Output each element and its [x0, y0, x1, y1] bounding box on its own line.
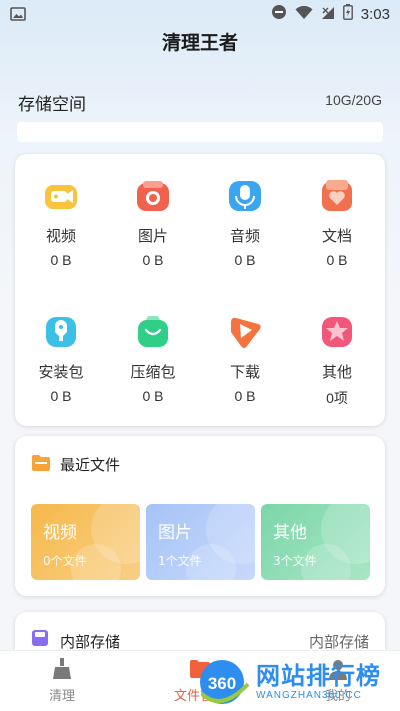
recent-tile-video[interactable]: 视频 0个文件 — [31, 504, 140, 580]
signal-icon — [321, 5, 335, 24]
page-title: 清理王者 — [161, 32, 238, 54]
image-notification-icon — [10, 7, 26, 21]
clock: 3:03 — [360, 5, 390, 23]
microphone-icon — [229, 181, 261, 211]
package-icon — [46, 317, 76, 347]
wifi-icon — [295, 5, 313, 24]
category-size: 0 B — [234, 252, 256, 268]
category-label: 其他 — [321, 363, 352, 381]
recent-tile-image[interactable]: 图片 1个文件 — [146, 504, 255, 580]
category-label: 文档 — [321, 227, 352, 245]
bottom-tab-bar: 清理 文件管理 我的 — [0, 650, 400, 711]
category-size: 0项 — [326, 390, 348, 406]
tab-label: 我的 — [324, 689, 351, 704]
category-video[interactable]: 视频 0 B — [21, 178, 101, 268]
category-archive[interactable]: 压缩包 0 B — [113, 314, 193, 404]
battery-charging-icon — [342, 4, 353, 24]
storage-progress-bar — [17, 122, 383, 142]
tab-profile[interactable]: 我的 — [298, 657, 378, 704]
category-apk[interactable]: 安装包 0 B — [21, 314, 101, 404]
category-label: 视频 — [45, 227, 76, 245]
tile-count: 0个文件 — [43, 554, 87, 568]
category-size: 0 B — [50, 388, 72, 404]
category-image[interactable]: 图片 0 B — [113, 178, 193, 268]
dnd-icon — [271, 4, 287, 24]
user-icon — [329, 660, 347, 680]
status-bar: 3:03 — [0, 0, 400, 28]
category-other[interactable]: 其他 0项 — [297, 314, 377, 408]
archive-bag-icon — [138, 316, 168, 347]
recent-tile-other[interactable]: 其他 3个文件 — [261, 504, 370, 580]
category-size: 0 B — [234, 388, 256, 404]
broom-icon — [53, 658, 71, 679]
internal-storage-title: 内部存储 — [60, 633, 121, 651]
category-size: 0 B — [142, 388, 164, 404]
tile-count: 3个文件 — [273, 554, 317, 568]
tile-name: 图片 — [158, 523, 192, 543]
category-label: 音频 — [229, 227, 260, 245]
video-icon — [45, 185, 77, 209]
folder-icon — [190, 660, 210, 678]
tab-file-manager[interactable]: 文件管理 — [160, 657, 240, 704]
tab-label: 清理 — [48, 689, 75, 704]
download-icon — [231, 317, 261, 348]
folder-icon — [32, 455, 50, 471]
storage-label: 存储空间 — [18, 95, 86, 115]
tab-label: 文件管理 — [173, 689, 226, 704]
star-icon — [322, 317, 352, 347]
document-heart-icon — [322, 180, 352, 211]
category-audio[interactable]: 音频 0 B — [205, 178, 285, 268]
category-label: 压缩包 — [130, 363, 176, 381]
category-label: 安装包 — [38, 363, 84, 381]
category-grid-card: 视频 0 B 图片 0 B 音频 0 B 文档 0 B 安装包 0 B 压缩包 … — [15, 154, 385, 426]
sd-card-icon — [32, 630, 48, 646]
category-size: 0 B — [326, 252, 348, 268]
internal-storage-label: 内部存储 — [308, 633, 369, 651]
recent-files-title: 最近文件 — [60, 456, 121, 474]
category-document[interactable]: 文档 0 B — [297, 178, 377, 268]
category-size: 0 B — [50, 252, 72, 268]
tile-count: 1个文件 — [158, 554, 202, 568]
category-size: 0 B — [142, 252, 164, 268]
storage-value: 10G/20G — [325, 92, 382, 108]
tab-clean[interactable]: 清理 — [22, 657, 102, 704]
category-label: 图片 — [137, 227, 168, 245]
category-label: 下载 — [229, 363, 260, 381]
tile-name: 其他 — [273, 523, 307, 543]
category-download[interactable]: 下载 0 B — [205, 314, 285, 404]
recent-files-card: 最近文件 视频 0个文件 图片 1个文件 其他 3个文件 — [15, 436, 385, 596]
tile-name: 视频 — [43, 523, 77, 543]
camera-icon — [137, 181, 169, 211]
